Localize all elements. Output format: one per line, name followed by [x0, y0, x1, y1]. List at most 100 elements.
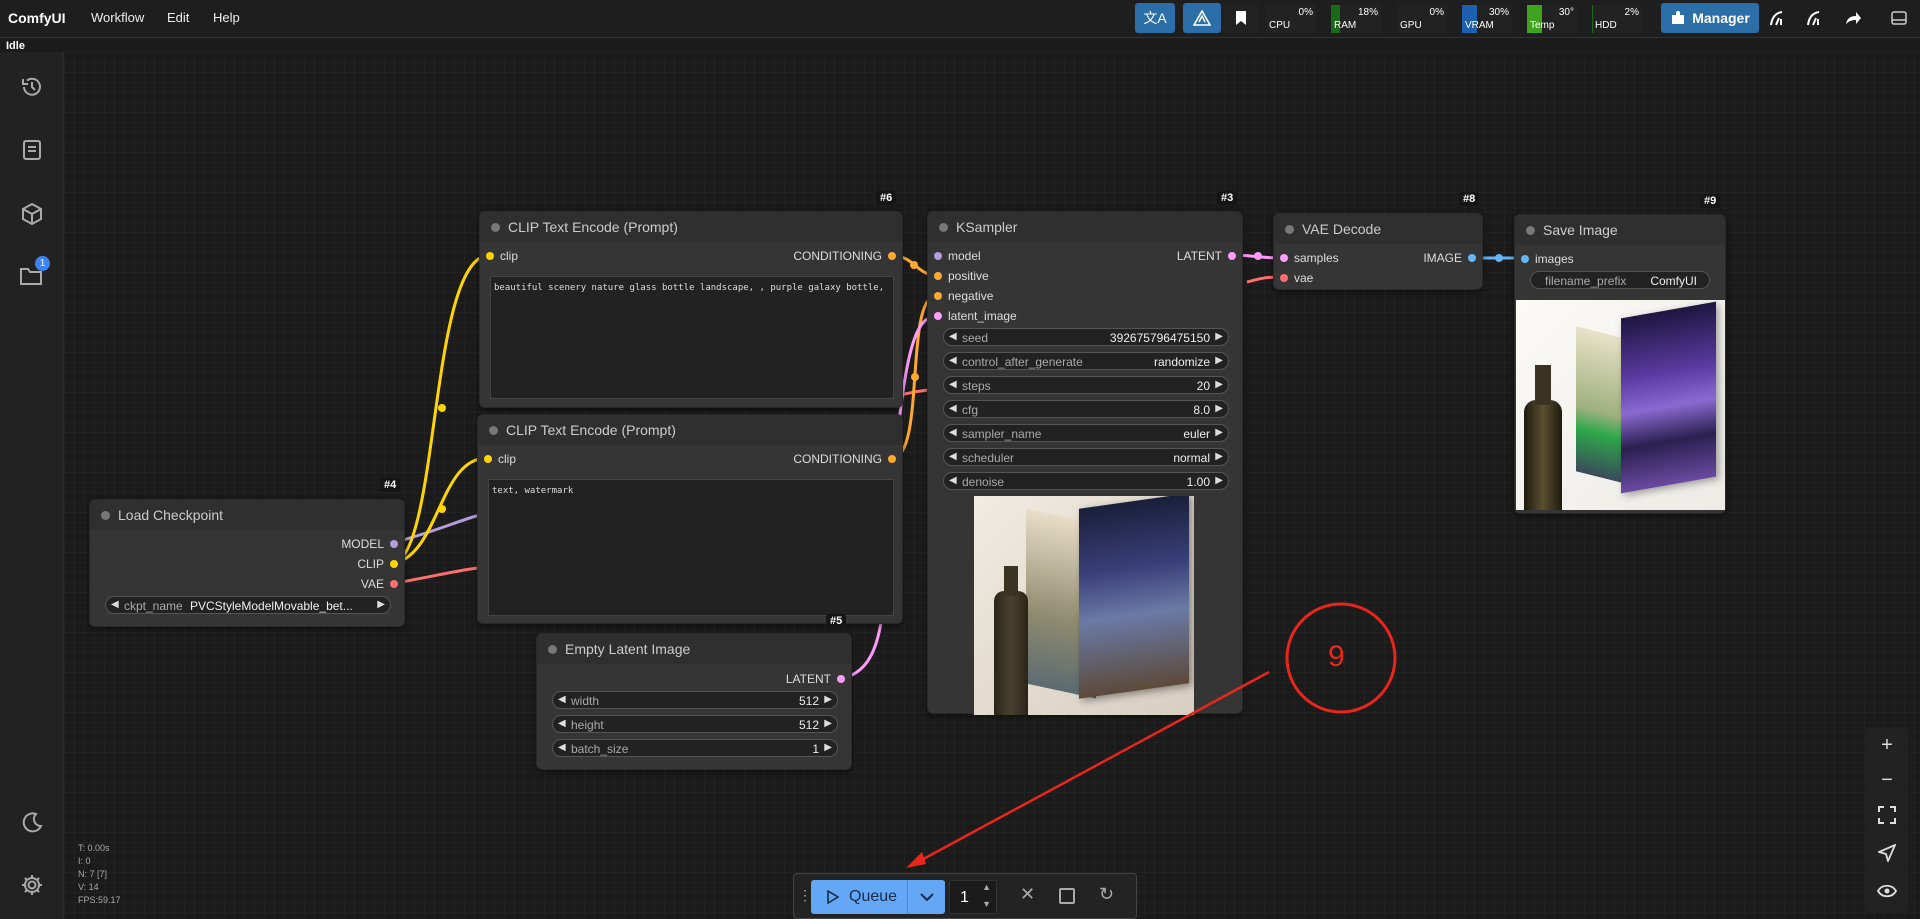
input-clip[interactable]: clip [486, 248, 518, 264]
arrow-left-icon[interactable]: ◀ [949, 379, 957, 390]
slot-dot[interactable] [1521, 255, 1529, 263]
slot-dot[interactable] [390, 540, 398, 548]
arrow-right-icon[interactable]: ▶ [1215, 379, 1223, 390]
slot-dot[interactable] [486, 252, 494, 260]
share-button[interactable] [1838, 3, 1868, 33]
model-button[interactable] [1183, 3, 1221, 33]
stop-button[interactable] [1059, 888, 1075, 904]
slot-dot[interactable] [1280, 274, 1288, 282]
queue-dropdown-button[interactable] [907, 880, 945, 914]
increment-arrow-icon[interactable]: ▲ [982, 882, 991, 892]
scheduler-widget[interactable]: ◀ scheduler normal ▶ [943, 448, 1229, 466]
translate-button[interactable]: 文A [1135, 3, 1175, 33]
node-clip-text-encode-negative[interactable]: CLIP Text Encode (Prompt) clip CONDITION… [477, 414, 903, 624]
manager-button[interactable]: Manager [1661, 3, 1759, 33]
node-header[interactable]: VAE Decode [1274, 214, 1482, 244]
menu-help[interactable]: Help [213, 10, 240, 25]
arrow-left-icon[interactable]: ◀ [949, 427, 957, 438]
output-latent[interactable]: LATENT [786, 671, 845, 687]
input-vae[interactable]: vae [1280, 270, 1313, 286]
output-clip[interactable]: CLIP [357, 556, 398, 572]
node-header[interactable]: CLIP Text Encode (Prompt) [478, 415, 902, 445]
decrement-arrow-icon[interactable]: ▼ [982, 899, 991, 909]
refresh-button[interactable]: ↻ [1099, 884, 1114, 905]
queue-button[interactable]: Queue [811, 880, 945, 914]
output-image[interactable]: IMAGE [1423, 250, 1476, 266]
output-conditioning[interactable]: CONDITIONING [793, 248, 896, 264]
arrow-left-icon[interactable]: ◀ [111, 599, 119, 610]
node-load-checkpoint[interactable]: Load Checkpoint MODEL CLIP VAE ◀ ckpt_na… [89, 499, 405, 627]
node-clip-text-encode-positive[interactable]: CLIP Text Encode (Prompt) clip CONDITION… [479, 211, 903, 408]
input-model[interactable]: model [934, 248, 981, 264]
slot-dot[interactable] [934, 292, 942, 300]
prompt-textarea[interactable]: beautiful scenery nature glass bottle la… [490, 276, 894, 399]
output-conditioning[interactable]: CONDITIONING [793, 451, 896, 467]
arrow-right-icon[interactable]: ▶ [824, 742, 832, 753]
steps-widget[interactable]: ◀ steps 20 ▶ [943, 376, 1229, 394]
slot-dot[interactable] [484, 455, 492, 463]
arrow-right-icon[interactable]: ▶ [824, 718, 832, 729]
collapse-dot[interactable] [939, 223, 948, 232]
pan-mode-button[interactable] [1870, 836, 1904, 870]
node-header[interactable]: Empty Latent Image [537, 634, 851, 664]
arrow-left-icon[interactable]: ◀ [558, 694, 566, 705]
node-vae-decode[interactable]: VAE Decode samples vae IMAGE [1273, 213, 1483, 290]
node-ksampler[interactable]: KSampler model positive negative latent_… [927, 211, 1243, 715]
batch-count-input[interactable]: 1 ▲ ▼ [949, 880, 997, 914]
theme-toggle-button[interactable] [14, 805, 50, 841]
prompt-textarea[interactable]: text, watermark [488, 479, 894, 616]
arrow-left-icon[interactable]: ◀ [949, 403, 957, 414]
slot-dot[interactable] [934, 252, 942, 260]
collapse-dot[interactable] [1526, 226, 1535, 235]
arrow-right-icon[interactable]: ▶ [824, 694, 832, 705]
arrow-left-icon[interactable]: ◀ [949, 331, 957, 342]
arrow-left-icon[interactable]: ◀ [558, 742, 566, 753]
arrow-right-icon[interactable]: ▶ [1215, 331, 1223, 342]
workflows-button[interactable] [14, 132, 50, 168]
node-empty-latent-image[interactable]: Empty Latent Image LATENT ◀ width 512 ▶ ◀ he… [536, 633, 852, 770]
share-button-1[interactable] [1762, 3, 1792, 33]
arrow-left-icon[interactable]: ◀ [558, 718, 566, 729]
filename-prefix-widget[interactable]: filename_prefix ComfyUI [1530, 271, 1710, 289]
slot-dot[interactable] [934, 312, 942, 320]
node-library-button[interactable]: 1 [14, 256, 50, 294]
menu-edit[interactable]: Edit [167, 10, 189, 25]
slot-dot[interactable] [390, 560, 398, 568]
cfg-widget[interactable]: ◀ cfg 8.0 ▶ [943, 400, 1229, 418]
settings-button[interactable] [14, 867, 50, 903]
input-latent-image[interactable]: latent_image [934, 308, 1017, 324]
node-header[interactable]: KSampler [928, 212, 1242, 242]
width-widget[interactable]: ◀ width 512 ▶ [552, 691, 838, 709]
slot-dot[interactable] [1228, 252, 1236, 260]
batch-size-widget[interactable]: ◀ batch_size 1 ▶ [552, 739, 838, 757]
slot-dot[interactable] [934, 272, 942, 280]
menu-workflow[interactable]: Workflow [91, 10, 144, 25]
slot-dot[interactable] [1280, 254, 1288, 262]
toggle-links-button[interactable] [1870, 874, 1904, 908]
zoom-out-button[interactable]: − [1870, 763, 1904, 797]
arrow-right-icon[interactable]: ▶ [1215, 355, 1223, 366]
cancel-button[interactable]: ✕ [1020, 884, 1035, 905]
arrow-left-icon[interactable]: ◀ [949, 475, 957, 486]
input-clip[interactable]: clip [484, 451, 516, 467]
node-save-image[interactable]: Save Image images filename_prefix ComfyUI [1514, 214, 1726, 514]
slot-dot[interactable] [837, 675, 845, 683]
collapse-dot[interactable] [491, 223, 500, 232]
arrow-right-icon[interactable]: ▶ [1215, 475, 1223, 486]
zoom-in-button[interactable]: + [1870, 728, 1904, 762]
drag-handle-icon[interactable]: ⋮ [798, 887, 812, 904]
share-button-2[interactable] [1799, 3, 1829, 33]
seed-widget[interactable]: ◀ seed 392675796475150 ▶ [943, 328, 1229, 346]
slot-dot[interactable] [1468, 254, 1476, 262]
input-positive[interactable]: positive [934, 268, 989, 284]
arrow-right-icon[interactable]: ▶ [1215, 427, 1223, 438]
collapse-dot[interactable] [548, 645, 557, 654]
arrow-right-icon[interactable]: ▶ [377, 599, 385, 610]
collapse-dot[interactable] [1285, 225, 1294, 234]
input-samples[interactable]: samples [1280, 250, 1339, 266]
output-model[interactable]: MODEL [341, 536, 398, 552]
arrow-right-icon[interactable]: ▶ [1215, 403, 1223, 414]
sampler-name-widget[interactable]: ◀ sampler_name euler ▶ [943, 424, 1229, 442]
height-widget[interactable]: ◀ height 512 ▶ [552, 715, 838, 733]
fit-view-button[interactable] [1870, 798, 1904, 832]
